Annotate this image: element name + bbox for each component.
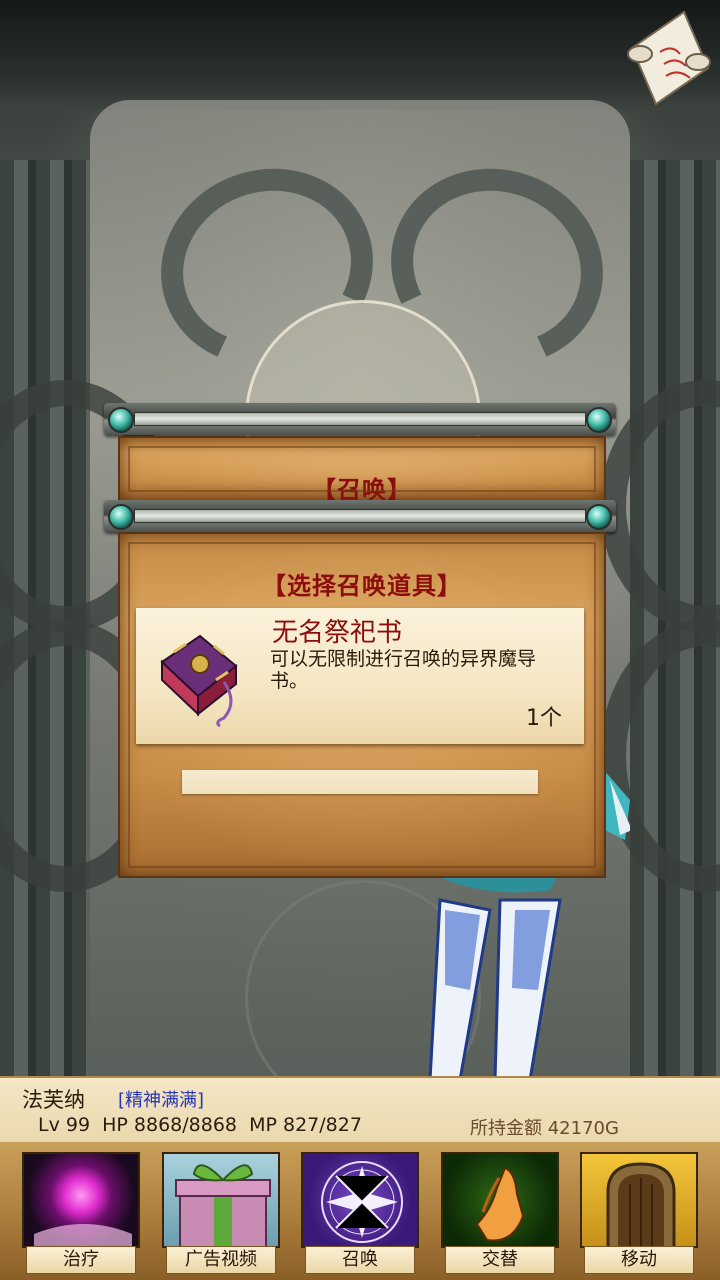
ad-video-button[interactable]: 广告视频	[162, 1152, 280, 1274]
ad-video-label: 广告视频	[166, 1246, 276, 1274]
heal-button[interactable]: 治疗	[22, 1152, 140, 1274]
action-bar: 治疗 广告视频 召唤 交替 移动	[0, 1142, 720, 1280]
character-name: 法芙纳	[22, 1088, 85, 1112]
move-button[interactable]: 移动	[580, 1152, 698, 1274]
item-description: 可以无限制进行召唤的异界魔导书。	[270, 648, 537, 692]
door-icon	[580, 1152, 698, 1248]
empty-item-slot[interactable]	[182, 770, 538, 794]
heal-label: 治疗	[26, 1246, 136, 1274]
summon-circle-icon	[301, 1152, 419, 1248]
summon-label: 召唤	[305, 1246, 415, 1274]
switch-label: 交替	[445, 1246, 555, 1274]
character-state: [精神满满]	[118, 1090, 205, 1111]
item-count: 1个	[526, 706, 562, 731]
grimoire-icon	[160, 634, 238, 728]
summon-button[interactable]: 召唤	[301, 1152, 419, 1274]
praying-hands-icon	[441, 1152, 559, 1248]
move-label: 移动	[584, 1246, 694, 1274]
scroll-menu-icon[interactable]	[622, 8, 712, 106]
switch-button[interactable]: 交替	[441, 1152, 559, 1274]
gift-box-icon	[162, 1152, 280, 1248]
character-stats: Lv 99 HP 8868/8868 MP 827/827	[38, 1114, 362, 1136]
select-item-title: 【选择召唤道具】	[262, 572, 462, 600]
dialog-rail-top	[104, 403, 616, 435]
dialog-rail-select	[104, 500, 616, 532]
summon-dialog: 【召唤】	[118, 436, 606, 504]
item-card[interactable]: 无名祭祀书 可以无限制进行召唤的异界魔导书。 1个	[136, 608, 584, 744]
item-name: 无名祭祀书	[272, 618, 403, 648]
gold-amount: 所持金额 42170G	[470, 1118, 619, 1139]
gate-lintel	[0, 0, 720, 110]
status-bar: 法芙纳 [精神满满] Lv 99 HP 8868/8868 MP 827/827…	[0, 1076, 720, 1144]
heal-orb-icon	[22, 1152, 140, 1248]
